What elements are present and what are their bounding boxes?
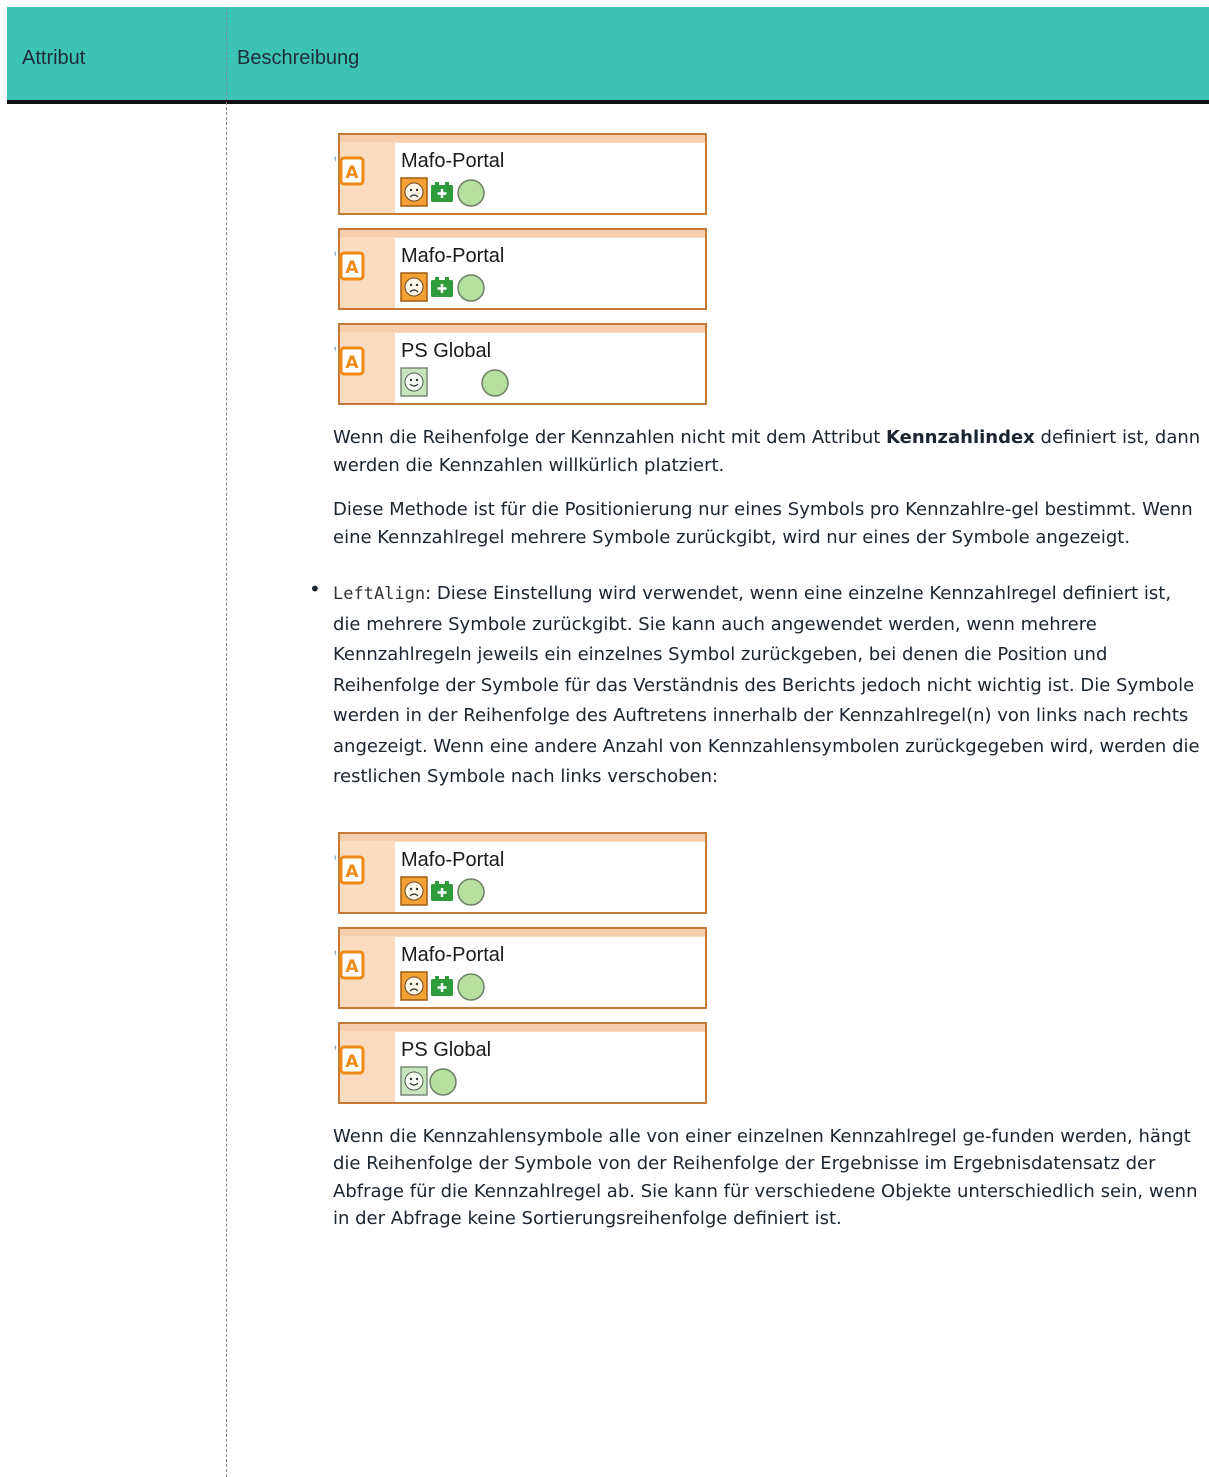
paragraph-sortierung: Wenn die Kennzahlensymbole alle von eine… bbox=[333, 1125, 1198, 1230]
svg-text:A: A bbox=[345, 163, 359, 183]
object-title: PS Global bbox=[401, 340, 491, 362]
battery-plus-icon bbox=[431, 975, 453, 996]
table-header: Attribut Beschreibung bbox=[7, 7, 1209, 104]
green-circle-icon bbox=[429, 1067, 457, 1096]
code-leftalign: LeftAlign bbox=[333, 584, 426, 604]
green-circle-icon bbox=[457, 972, 485, 1001]
sad-face-icon bbox=[400, 970, 428, 1001]
object-card: A Mafo-Portal bbox=[334, 926, 707, 1009]
description-cell: A Mafo-Portal A Mafo-Portal A PS Global … bbox=[309, 130, 1203, 1233]
object-card: A Mafo-Portal bbox=[334, 831, 707, 914]
object-title: Mafo-Portal bbox=[401, 944, 504, 966]
bullet-icon: • bbox=[309, 577, 321, 601]
object-card: A PS Global bbox=[334, 323, 707, 405]
happy-face-icon bbox=[400, 1065, 428, 1096]
svg-text:A: A bbox=[345, 957, 359, 977]
green-circle-icon bbox=[457, 274, 485, 302]
battery-plus-icon bbox=[431, 277, 453, 297]
object-card: A Mafo-Portal bbox=[334, 133, 707, 215]
paragraph-methode: Diese Methode ist für die Positionierung… bbox=[333, 499, 1193, 548]
object-title: Mafo-Portal bbox=[401, 849, 504, 871]
figure-group-2: A Mafo-Portal A Mafo-Portal A PS Global bbox=[333, 829, 1203, 1105]
list-item-leftalign: • LeftAlign: Diese Einstellung wird verw… bbox=[309, 577, 1200, 787]
green-circle-icon bbox=[481, 369, 509, 397]
svg-text:A: A bbox=[345, 1052, 359, 1072]
sad-face-icon bbox=[400, 272, 428, 302]
object-card: A PS Global bbox=[334, 1021, 707, 1104]
svg-text:A: A bbox=[345, 862, 359, 882]
sad-face-icon bbox=[400, 177, 428, 207]
object-title: Mafo-Portal bbox=[401, 245, 504, 267]
battery-plus-icon bbox=[431, 182, 453, 202]
figure-group-1: A Mafo-Portal A Mafo-Portal A PS Global bbox=[333, 130, 1203, 406]
object-title: Mafo-Portal bbox=[401, 150, 504, 172]
object-card: A Mafo-Portal bbox=[334, 228, 707, 310]
column-divider bbox=[226, 7, 227, 1477]
bold-term-kennzahlindex: Kennzahlindex bbox=[886, 427, 1035, 448]
happy-face-icon bbox=[400, 367, 428, 397]
column-header-attribut: Attribut bbox=[22, 47, 86, 69]
battery-plus-icon bbox=[431, 880, 453, 901]
sad-face-icon bbox=[400, 875, 428, 906]
paragraph-kennzahlindex: Wenn die Reihenfolge der Kennzahlen nich… bbox=[333, 427, 1201, 476]
column-header-beschreibung: Beschreibung bbox=[237, 47, 360, 69]
svg-text:A: A bbox=[345, 258, 359, 278]
object-title: PS Global bbox=[401, 1039, 491, 1061]
svg-text:A: A bbox=[345, 353, 359, 373]
green-circle-icon bbox=[457, 877, 485, 906]
green-circle-icon bbox=[457, 179, 485, 207]
